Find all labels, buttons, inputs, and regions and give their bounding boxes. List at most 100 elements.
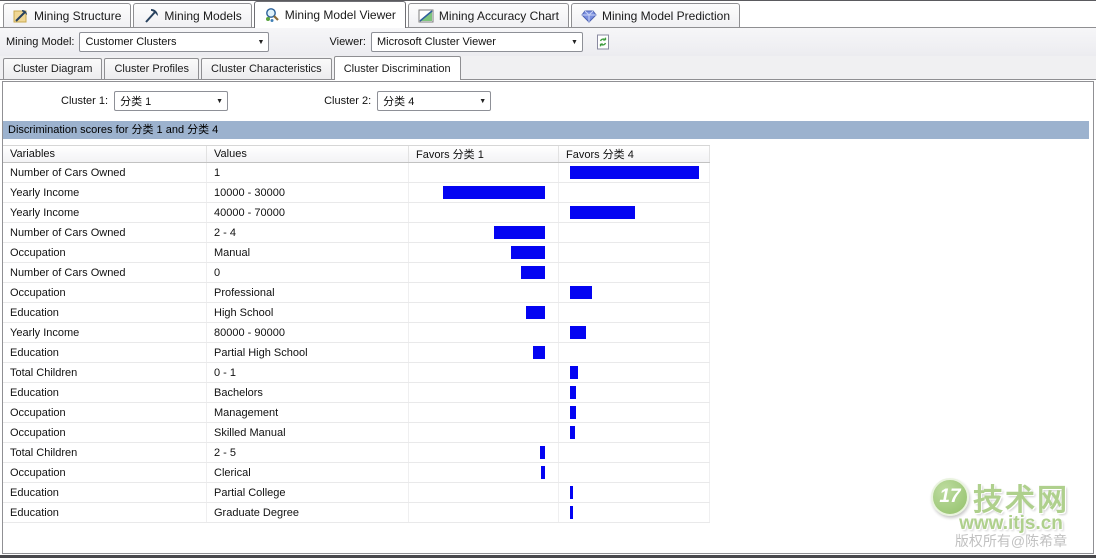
- table-row[interactable]: Yearly Income40000 - 70000: [3, 203, 710, 223]
- table-row[interactable]: OccupationClerical: [3, 463, 710, 483]
- watermark: 17 技术网 www.itjs.cn 版权所有@陈希章: [931, 475, 1091, 551]
- table-row[interactable]: EducationPartial High School: [3, 343, 710, 363]
- favors-cluster4-cell: [559, 183, 710, 202]
- tab-mining-models[interactable]: Mining Models: [133, 3, 251, 27]
- viewer-toolbar: Mining Model: Customer Clusters ▼ Viewer…: [0, 28, 1096, 56]
- cluster2-value: 分类 4: [383, 93, 414, 109]
- favors-cluster1-cell: [409, 403, 559, 422]
- mining-model-value: Customer Clusters: [85, 36, 176, 48]
- discrimination-bar: [540, 446, 545, 459]
- variable-cell: Total Children: [3, 443, 207, 462]
- value-cell: 0: [207, 263, 409, 282]
- table-body: Number of Cars Owned1Yearly Income10000 …: [3, 163, 710, 523]
- table-row[interactable]: OccupationProfessional: [3, 283, 710, 303]
- discrimination-scores-header: Discrimination scores for 分类 1 and 分类 4: [3, 121, 1089, 139]
- favors-cluster1-cell: [409, 503, 559, 522]
- favors-cluster4-cell: [559, 503, 710, 522]
- favors-cluster4-cell: [559, 483, 710, 502]
- viewer-select[interactable]: Microsoft Cluster Viewer ▼: [371, 32, 583, 52]
- chevron-down-icon: ▼: [212, 92, 227, 110]
- discrimination-bar: [494, 226, 545, 239]
- cluster1-label: Cluster 1:: [61, 95, 108, 107]
- cluster-selector-row: Cluster 1: 分类 1 ▼ Cluster 2: 分类 4 ▼: [3, 90, 1093, 112]
- favors-cluster1-cell: [409, 243, 559, 262]
- table-row[interactable]: Number of Cars Owned2 - 4: [3, 223, 710, 243]
- tab-mining-structure[interactable]: Mining Structure: [3, 3, 131, 27]
- mining-models-icon: [143, 8, 159, 24]
- column-header-variables[interactable]: Variables: [3, 146, 207, 162]
- favors-cluster1-cell: [409, 223, 559, 242]
- discrimination-bar: [570, 366, 578, 379]
- table-row[interactable]: Total Children0 - 1: [3, 363, 710, 383]
- table-row[interactable]: OccupationManagement: [3, 403, 710, 423]
- discrimination-bar: [570, 486, 573, 499]
- refresh-model-button[interactable]: [593, 32, 613, 52]
- variable-cell: Education: [3, 503, 207, 522]
- tab-label: Mining Model Viewer: [285, 8, 396, 22]
- favors-cluster4-cell: [559, 323, 710, 342]
- value-cell: 1: [207, 163, 409, 182]
- table-row[interactable]: EducationBachelors: [3, 383, 710, 403]
- value-cell: 10000 - 30000: [207, 183, 409, 202]
- variable-cell: Education: [3, 383, 207, 402]
- variable-cell: Occupation: [3, 463, 207, 482]
- value-cell: Professional: [207, 283, 409, 302]
- tab-label: Mining Models: [164, 9, 241, 23]
- mining-structure-icon: [13, 8, 29, 24]
- discrimination-bar: [570, 386, 576, 399]
- favors-cluster4-cell: [559, 383, 710, 402]
- table-row[interactable]: Total Children2 - 5: [3, 443, 710, 463]
- table-row[interactable]: Number of Cars Owned0: [3, 263, 710, 283]
- value-cell: Bachelors: [207, 383, 409, 402]
- cluster2-select[interactable]: 分类 4 ▼: [377, 91, 491, 111]
- discrimination-bar: [570, 406, 576, 419]
- tab-cluster-diagram[interactable]: Cluster Diagram: [3, 58, 102, 79]
- favors-cluster4-cell: [559, 203, 710, 222]
- variable-cell: Education: [3, 343, 207, 362]
- mining-accuracy-chart-icon: [418, 8, 434, 24]
- tab-mining-accuracy-chart[interactable]: Mining Accuracy Chart: [408, 3, 569, 27]
- tab-label: Mining Accuracy Chart: [439, 9, 559, 23]
- chevron-down-icon: ▼: [567, 33, 582, 51]
- variable-cell: Number of Cars Owned: [3, 223, 207, 242]
- favors-cluster4-cell: [559, 163, 710, 182]
- top-tab-bar: Mining Structure Mining Models Mining Mo…: [0, 1, 1096, 28]
- discrimination-bar: [521, 266, 545, 279]
- table-row[interactable]: OccupationManual: [3, 243, 710, 263]
- chevron-down-icon: ▼: [253, 33, 268, 51]
- table-row[interactable]: OccupationSkilled Manual: [3, 423, 710, 443]
- tab-mining-model-viewer[interactable]: Mining Model Viewer: [254, 1, 406, 28]
- column-header-favors-cluster1[interactable]: Favors 分类 1: [409, 146, 559, 162]
- tab-label: Mining Model Prediction: [602, 9, 730, 23]
- mining-model-select[interactable]: Customer Clusters ▼: [79, 32, 269, 52]
- discrimination-bar: [533, 346, 545, 359]
- table-row[interactable]: Yearly Income10000 - 30000: [3, 183, 710, 203]
- table-row[interactable]: Yearly Income80000 - 90000: [3, 323, 710, 343]
- column-header-values[interactable]: Values: [207, 146, 409, 162]
- table-row[interactable]: EducationPartial College: [3, 483, 710, 503]
- discrimination-table: Variables Values Favors 分类 1 Favors 分类 4…: [3, 145, 710, 523]
- chevron-down-icon: ▼: [475, 92, 490, 110]
- tab-cluster-profiles[interactable]: Cluster Profiles: [104, 58, 199, 79]
- variable-cell: Yearly Income: [3, 203, 207, 222]
- cluster1-select[interactable]: 分类 1 ▼: [114, 91, 228, 111]
- table-row[interactable]: EducationGraduate Degree: [3, 503, 710, 523]
- variable-cell: Yearly Income: [3, 183, 207, 202]
- variable-cell: Yearly Income: [3, 323, 207, 342]
- value-cell: 2 - 5: [207, 443, 409, 462]
- favors-cluster4-cell: [559, 423, 710, 442]
- tab-mining-model-prediction[interactable]: Mining Model Prediction: [571, 3, 740, 27]
- tab-cluster-discrimination[interactable]: Cluster Discrimination: [334, 56, 461, 80]
- favors-cluster4-cell: [559, 243, 710, 262]
- value-cell: Graduate Degree: [207, 503, 409, 522]
- table-header-row: Variables Values Favors 分类 1 Favors 分类 4: [3, 145, 710, 163]
- value-cell: High School: [207, 303, 409, 322]
- favors-cluster1-cell: [409, 303, 559, 322]
- cluster-discrimination-panel: Cluster 1: 分类 1 ▼ Cluster 2: 分类 4 ▼ Disc…: [2, 81, 1094, 554]
- column-header-favors-cluster4[interactable]: Favors 分类 4: [559, 146, 710, 162]
- table-row[interactable]: EducationHigh School: [3, 303, 710, 323]
- tab-cluster-characteristics[interactable]: Cluster Characteristics: [201, 58, 332, 79]
- discrimination-bar: [570, 326, 586, 339]
- discrimination-bar: [570, 206, 635, 219]
- table-row[interactable]: Number of Cars Owned1: [3, 163, 710, 183]
